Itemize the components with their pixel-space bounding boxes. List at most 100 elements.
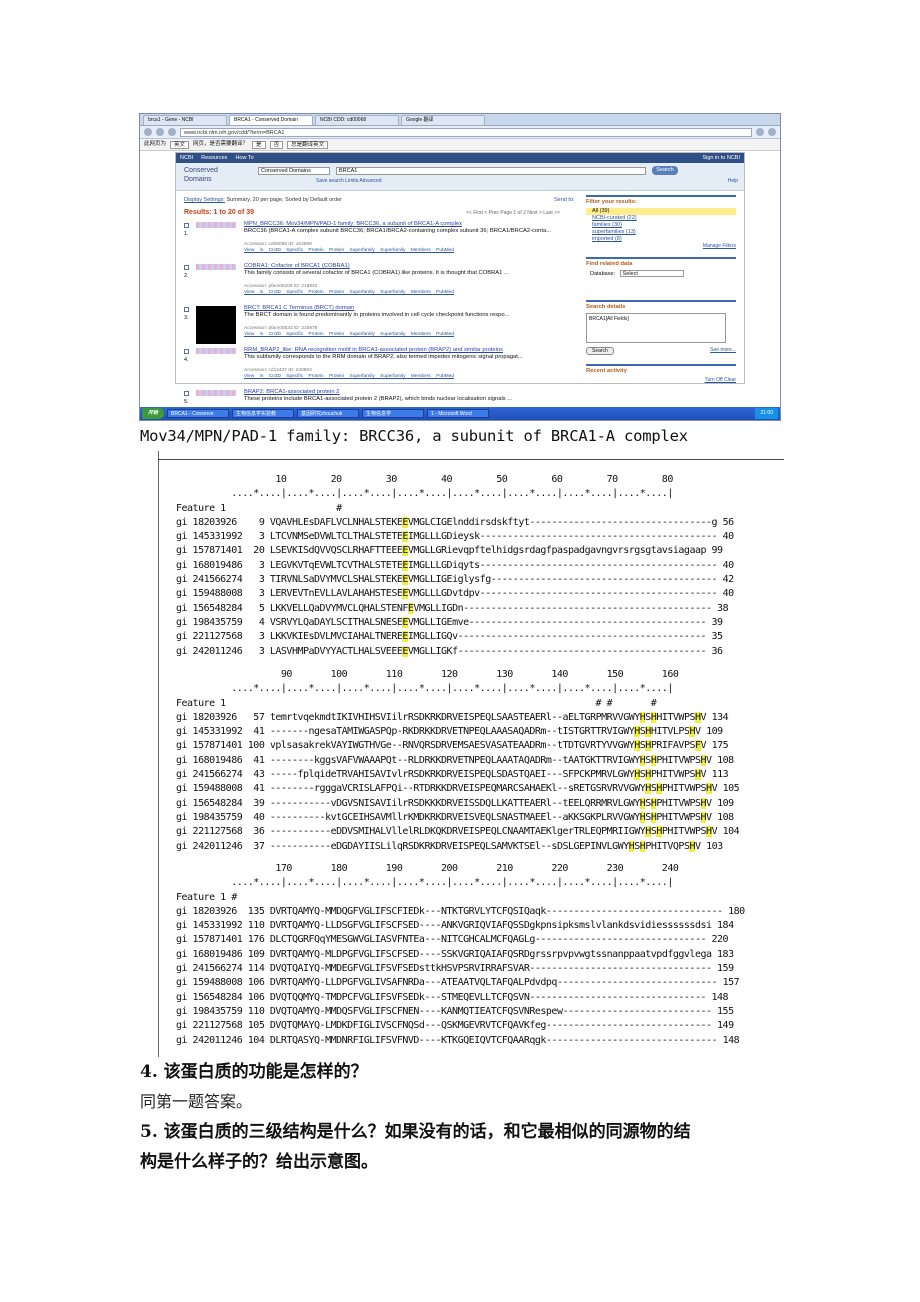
- database-select[interactable]: Conserved Domains: [258, 167, 330, 175]
- search-button[interactable]: Search: [652, 166, 678, 175]
- list-item: 3. BRCT: BRCA1 C Terminus (BRCT) domain …: [184, 305, 574, 347]
- filter-item[interactable]: superfamilies (13): [586, 229, 736, 236]
- taskbar-item[interactable]: 生物信息学实验教: [232, 409, 295, 418]
- signin-link[interactable]: Sign in to NCBI: [702, 155, 740, 162]
- result-checkbox[interactable]: [184, 349, 189, 354]
- recent-activity-links[interactable]: Turn Off Clear: [586, 377, 736, 383]
- sequence-end: 99: [706, 545, 724, 557]
- see-more-link[interactable]: See more...: [710, 347, 736, 353]
- sequence-residues: VSRVYLQaDAYLSCITHALSNESE: [269, 616, 403, 628]
- sequence-end: 38: [711, 602, 729, 614]
- taskbar-item[interactable]: 基因研究zhouchuk: [297, 409, 360, 418]
- search-input[interactable]: BRCA1: [336, 167, 646, 175]
- alignment-row: gi 18203926 9 VQAVHLEsDAFLVCLNHALSTEKEEV…: [176, 516, 734, 530]
- sequence-start: 57: [247, 711, 265, 723]
- sequence-id: gi 145331992: [176, 920, 243, 932]
- windows-taskbar: 开始 BRCA1 - Conserve 生物信息学实验教 基因研究zhouchu…: [140, 407, 780, 420]
- browser-tab-active[interactable]: BRCA1 - Conserved Domain: [229, 115, 313, 125]
- wrench-icon[interactable]: [768, 128, 776, 136]
- sequence-residues: HITVWPS: [656, 711, 695, 723]
- sequence-residues: PHITVQPS: [645, 840, 690, 852]
- ruler-dots: ....*....|....*....|....*....|....*....|…: [176, 877, 673, 889]
- taskbar-item[interactable]: 生物信息学: [362, 409, 425, 418]
- forward-icon[interactable]: [156, 128, 164, 136]
- domain-thumbnail[interactable]: [196, 390, 236, 396]
- result-number: 2.: [184, 273, 189, 279]
- sequence-end: 35: [706, 631, 724, 643]
- answer-4: 同第一题答案。: [140, 1092, 253, 1111]
- sequence-start: 176: [247, 934, 265, 946]
- result-checkbox[interactable]: [184, 391, 189, 396]
- sequence-residues: PRIFAVPS: [650, 740, 696, 752]
- browser-tab[interactable]: Google 翻译: [401, 115, 485, 125]
- sequence-id: gi 221127568: [176, 631, 243, 643]
- send-to-link[interactable]: Send to:: [554, 197, 575, 204]
- back-icon[interactable]: [144, 128, 152, 136]
- sequence-start: 110: [247, 920, 265, 932]
- result-links[interactable]: View in Cn3D Specific Protein Protein Su…: [244, 290, 454, 296]
- domain-thumbnail[interactable]: [196, 348, 236, 354]
- list-item: 4. RRM_BRAP2_like: RNA recognition motif…: [184, 347, 574, 389]
- alignment-row: gi 242011246 104 DLRTQASYQ-MMDNRFIGLIFSV…: [176, 1034, 745, 1048]
- filter-item[interactable]: NCBI-curated (22): [586, 215, 736, 222]
- database-dropdown[interactable]: Select: [619, 270, 684, 278]
- sequence-end: 183: [711, 948, 734, 960]
- sequence-end: 40: [717, 588, 735, 600]
- sequence-residues: S: [645, 811, 651, 823]
- translate-yes-button[interactable]: 是: [252, 140, 266, 149]
- display-settings-link[interactable]: Display Settings:: [184, 197, 225, 203]
- browser-tab[interactable]: NCBI CDD: cd00068: [315, 115, 399, 125]
- feature-marks: #: [176, 502, 342, 514]
- start-button[interactable]: 开始: [142, 408, 165, 419]
- reload-icon[interactable]: [168, 128, 176, 136]
- result-links[interactable]: View in Cn3D Specific Protein Protein Su…: [244, 332, 454, 338]
- alignment-row: gi 241566274 3 TIRVNLSaDVYMVCLSHALSTEKEE…: [176, 573, 734, 587]
- sequence-residues: HITVLPS: [650, 726, 690, 738]
- display-settings-text: Summary, 20 per page, Sorted by Default …: [226, 197, 342, 203]
- top-rule: [158, 459, 784, 460]
- sequence-id: gi 198435759: [176, 1005, 243, 1017]
- pager[interactable]: << First < Prev Page 1 of 2 Next > Last …: [466, 210, 560, 216]
- alignment-row: gi 18203926 135 DVRTQAMYQ-MMDQGFVGLIFSCF…: [176, 905, 745, 919]
- help-link[interactable]: Help: [728, 178, 738, 184]
- result-links[interactable]: View in Cn3D Specific Protein Protein Su…: [244, 374, 454, 380]
- sequence-start: 41: [247, 783, 265, 795]
- filter-item[interactable]: imported (8): [586, 236, 736, 243]
- sequence-end: 149: [711, 1020, 734, 1032]
- search-sublinks[interactable]: Save search Limits Advanced: [316, 178, 382, 184]
- taskbar-item[interactable]: 1 - Microsoft Word: [427, 409, 490, 418]
- translate-no-button[interactable]: 否: [269, 140, 284, 149]
- domain-thumbnail[interactable]: [196, 264, 236, 270]
- filter-item-all[interactable]: All (39): [586, 208, 736, 216]
- ncbi-results-area: Display Settings: Summary, 20 per page, …: [176, 191, 744, 405]
- sequence-end: 155: [711, 1005, 734, 1017]
- result-links[interactable]: View in Cn3D Specific Protein Protein Su…: [244, 248, 454, 254]
- result-checkbox[interactable]: [184, 265, 189, 270]
- filter-item[interactable]: families (30): [586, 222, 736, 229]
- ncbi-search-bar: Conserved Domains Conserved Domains BRCA…: [176, 163, 744, 191]
- sequence-residues: -----------vDGVSNISAVIilrRSDKKKDRVEISSDQ…: [269, 797, 640, 809]
- translate-always-button[interactable]: 总是翻译英文: [287, 140, 329, 149]
- sequence-id: gi 159488008: [176, 588, 243, 600]
- sequence-residues: ----------kvtGCEIHSAVMllrKMDKRKDRVEISVEQ…: [269, 811, 640, 823]
- browser-tab[interactable]: brca1 - Gene - NCBI: [143, 115, 227, 125]
- sequence-end: 104: [717, 826, 740, 838]
- result-checkbox[interactable]: [184, 307, 189, 312]
- search-details-box[interactable]: BRCA1[All Fields]: [586, 313, 726, 344]
- taskbar-item[interactable]: BRCA1 - Conserve: [167, 409, 230, 418]
- sequence-start: 3: [247, 631, 265, 643]
- howto-menu[interactable]: How To: [235, 155, 253, 162]
- sequence-id: gi 18203926: [176, 711, 243, 723]
- sequence-residues: PHITVWPS: [661, 826, 707, 838]
- resources-menu[interactable]: Resources: [201, 155, 227, 162]
- ncbi-logo[interactable]: NCBI: [180, 155, 193, 162]
- structure-thumbnail[interactable]: [196, 306, 236, 344]
- url-field[interactable]: www.ncbi.nlm.nih.gov/cdd/?term=BRCA1: [180, 127, 752, 137]
- result-checkbox[interactable]: [184, 223, 189, 228]
- alignment-row: gi 221127568 36 -----------eDDVSMIHALVll…: [176, 825, 740, 839]
- star-icon[interactable]: [756, 128, 764, 136]
- domain-thumbnail[interactable]: [196, 222, 236, 228]
- sequence-residues: PHITVWPS: [656, 754, 701, 766]
- search-details-button[interactable]: Search: [586, 347, 614, 356]
- translate-language-select[interactable]: 英文: [170, 140, 190, 149]
